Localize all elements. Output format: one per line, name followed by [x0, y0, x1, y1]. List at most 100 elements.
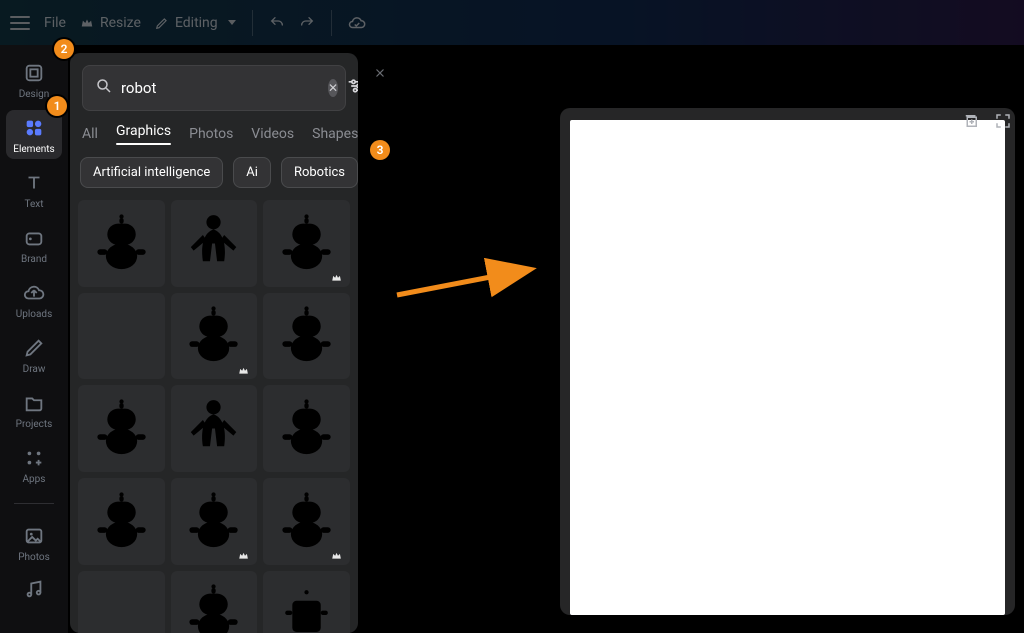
resize-button[interactable]: Resize — [80, 15, 141, 31]
rail-draw[interactable]: Draw — [6, 330, 62, 379]
robot-graphic — [178, 578, 249, 633]
chip-artificial-intelligence[interactable]: Artificial intelligence — [80, 157, 223, 188]
menu-button[interactable] — [10, 16, 30, 30]
redo-button[interactable] — [299, 15, 315, 31]
result-tile[interactable] — [171, 293, 258, 380]
premium-crown-icon — [237, 361, 253, 375]
design-canvas[interactable] — [570, 120, 1005, 615]
robot-graphic — [86, 300, 157, 371]
result-tile[interactable] — [263, 200, 350, 287]
pen-icon — [155, 16, 169, 30]
top-toolbar: File Resize Editing — [0, 0, 1024, 45]
premium-crown-icon — [330, 547, 346, 561]
rail-projects[interactable]: Projects — [6, 385, 62, 434]
annotation-badge-1: 1 — [47, 96, 67, 116]
result-tile[interactable] — [78, 571, 165, 633]
crown-icon — [80, 16, 94, 30]
rail-uploads[interactable]: Uploads — [6, 275, 62, 324]
toolbar-separator — [331, 10, 332, 36]
result-tile[interactable] — [263, 293, 350, 380]
tab-graphics[interactable]: Graphics — [116, 123, 171, 145]
results-area — [70, 198, 358, 633]
result-tile[interactable] — [78, 200, 165, 287]
search-wrap: ✕ — [70, 53, 358, 117]
rail-text[interactable]: Text — [6, 165, 62, 214]
editing-label: Editing — [175, 15, 218, 31]
uploads-icon — [22, 281, 46, 305]
filter-button[interactable] — [346, 76, 358, 100]
tab-photos[interactable]: Photos — [189, 126, 233, 142]
category-tabs: All Graphics Photos Videos Shapes — [70, 117, 358, 153]
left-rail: Design Elements Text Brand Uploads Draw … — [0, 45, 68, 633]
robot-graphic — [271, 300, 342, 371]
robot-graphic — [86, 486, 157, 557]
robot-graphic — [86, 393, 157, 464]
rail-elements[interactable]: Elements — [6, 110, 62, 159]
template-icon — [22, 61, 46, 85]
duplicate-page-button[interactable] — [960, 110, 982, 132]
x-icon: ✕ — [328, 82, 338, 94]
photos-icon — [22, 524, 46, 548]
undo-button[interactable] — [269, 15, 285, 31]
rail-photos-label: Photos — [18, 552, 50, 563]
hamburger-icon — [10, 16, 30, 30]
tab-shapes[interactable]: Shapes — [312, 126, 358, 142]
chip-robotics[interactable]: Robotics — [281, 157, 358, 188]
elements-icon — [22, 116, 46, 140]
undo-icon — [269, 15, 285, 31]
editing-mode-button[interactable]: Editing — [155, 15, 236, 31]
result-tile[interactable] — [78, 385, 165, 472]
annotation-badge-3: 3 — [370, 140, 390, 160]
rail-brand-label: Brand — [21, 254, 47, 265]
rail-brand[interactable]: Brand — [6, 220, 62, 269]
result-tile[interactable] — [171, 478, 258, 565]
cloud-saved-icon — [348, 14, 366, 32]
expand-page-button[interactable] — [992, 110, 1014, 132]
rail-elements-label: Elements — [13, 144, 54, 155]
redo-icon — [299, 15, 315, 31]
file-menu[interactable]: File — [44, 15, 66, 31]
chip-ai[interactable]: Ai — [233, 157, 271, 188]
premium-crown-icon — [237, 547, 253, 561]
search-icon — [95, 77, 113, 99]
tab-all[interactable]: All — [82, 126, 98, 142]
robot-graphic — [271, 578, 342, 633]
robot-graphic — [178, 208, 249, 279]
rail-apps[interactable]: Apps — [6, 440, 62, 489]
result-tile[interactable] — [263, 385, 350, 472]
premium-crown-icon — [330, 269, 346, 283]
robot-graphic — [86, 578, 157, 633]
text-icon — [22, 171, 46, 195]
search-input-container[interactable]: ✕ — [82, 65, 346, 111]
result-tile[interactable] — [263, 571, 350, 633]
result-tile[interactable] — [263, 478, 350, 565]
chevron-down-icon — [228, 20, 236, 25]
result-tile[interactable] — [78, 478, 165, 565]
save-status-button[interactable] — [348, 14, 366, 32]
result-tile[interactable] — [171, 571, 258, 633]
search-input[interactable] — [121, 79, 320, 97]
result-tile[interactable] — [78, 293, 165, 380]
robot-graphic — [86, 208, 157, 279]
annotation-badge-2: 2 — [54, 39, 74, 59]
results-grid — [78, 200, 350, 633]
robot-graphic — [178, 393, 249, 464]
result-tile[interactable] — [171, 385, 258, 472]
apps-icon — [22, 446, 46, 470]
rail-apps-label: Apps — [23, 474, 46, 485]
rail-text-label: Text — [24, 199, 43, 210]
clear-search-button[interactable]: ✕ — [328, 79, 338, 97]
brand-icon — [22, 226, 46, 250]
result-tile[interactable] — [171, 200, 258, 287]
tab-videos[interactable]: Videos — [251, 126, 294, 142]
rail-photos[interactable]: Photos — [6, 518, 62, 567]
projects-icon — [22, 391, 46, 415]
rail-more[interactable] — [6, 573, 62, 609]
close-panel-button[interactable] — [360, 53, 400, 93]
music-icon — [22, 577, 46, 601]
rail-divider — [14, 503, 54, 504]
elements-panel: ✕ All Graphics Photos Videos Shapes Artifici… — [70, 53, 358, 633]
app-root: File Resize Editing — [0, 0, 1024, 633]
canvas-frame — [560, 108, 1015, 615]
robot-graphic — [271, 393, 342, 464]
